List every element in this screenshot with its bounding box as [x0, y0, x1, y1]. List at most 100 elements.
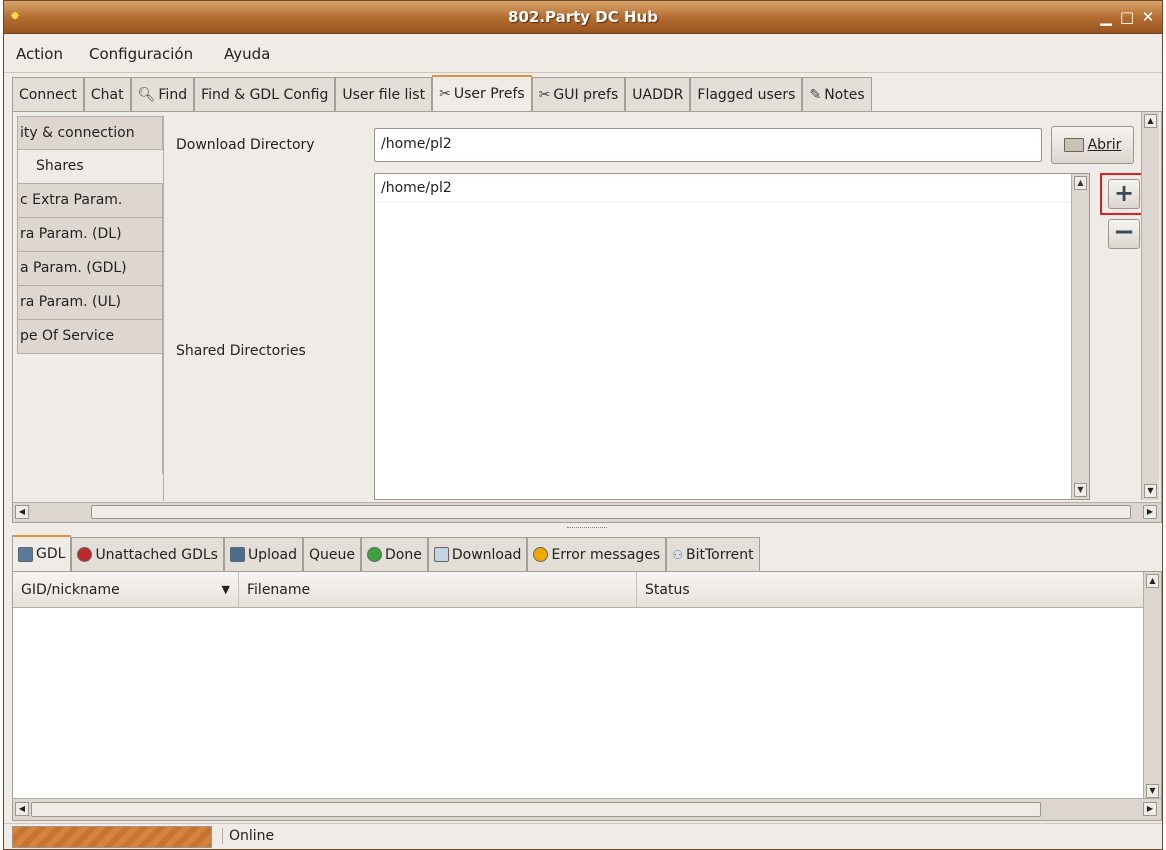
column-header-gid[interactable]: GID/nickname ▼ [13, 572, 239, 608]
tab-chat[interactable]: Chat [83, 77, 131, 111]
download-directory-input[interactable]: /home/pl2 [374, 128, 1042, 162]
prefs-horizontal-scrollbar[interactable]: ◀ ▶ [13, 502, 1161, 522]
chevron-down-icon[interactable]: ▼ [222, 572, 230, 608]
tab-notes[interactable]: ✎ Notes [802, 77, 872, 111]
tab-label: Find & GDL Config [201, 86, 329, 103]
tab-uaddr[interactable]: UADDR [625, 77, 691, 111]
menu-bar: Action Configuración Ayuda [4, 35, 1162, 73]
minimize-icon[interactable]: ▁ [1096, 7, 1116, 27]
column-header-filename[interactable]: Filename [239, 572, 637, 608]
tab-label: UADDR [632, 86, 684, 103]
scroll-up-icon[interactable]: ▲ [1146, 574, 1159, 588]
title-bar[interactable]: ✸ 802.Party DC Hub ▁ □ ✕ [4, 1, 1162, 34]
tab-download[interactable]: Download [427, 537, 528, 571]
tab-label: Error messages [551, 546, 661, 563]
tab-label: BitTorrent [686, 546, 754, 563]
menu-action[interactable]: Action [16, 45, 63, 63]
column-label: Filename [247, 582, 311, 598]
side-tab-extra-param-gdl[interactable]: a Param. (GDL) [17, 252, 163, 286]
green-circle-icon [367, 547, 382, 562]
red-circle-icon [77, 547, 93, 562]
tab-label: Download [451, 546, 522, 563]
tab-label: Flagged users [697, 86, 796, 103]
tab-connect[interactable]: Connect [12, 77, 84, 111]
tab-find-gdl-config[interactable]: Find & GDL Config [194, 77, 336, 111]
side-tab-extra-param-dl[interactable]: ra Param. (DL) [17, 218, 163, 252]
tab-label: Upload [247, 546, 297, 563]
tab-done[interactable]: Done [361, 537, 428, 571]
tab-label: Connect [19, 86, 77, 103]
scroll-thumb[interactable] [31, 802, 1041, 817]
scroll-right-icon[interactable]: ▶ [1143, 505, 1157, 519]
column-header-status[interactable]: Status [637, 572, 1143, 608]
tab-error-messages[interactable]: Error messages [527, 537, 667, 571]
status-bar: Online [4, 823, 1162, 849]
side-tab-shares[interactable]: Shares [17, 150, 163, 184]
tab-flagged-users[interactable]: Flagged users [690, 77, 803, 111]
warning-icon [533, 547, 549, 562]
transfers-pane: GID/nickname ▼ Filename Status ▲ ▼ ◀ ▶ [12, 571, 1162, 821]
tools-icon: ✂ [439, 86, 451, 102]
side-tab-type-of-service[interactable]: pe Of Service [17, 320, 163, 354]
tab-gdl[interactable]: GDL [12, 535, 72, 571]
pane-splitter[interactable] [12, 525, 1162, 533]
tab-label: Unattached GDLs [95, 546, 218, 563]
close-icon[interactable]: ✕ [1138, 7, 1158, 27]
scroll-up-icon[interactable]: ▲ [1144, 114, 1157, 128]
tab-find[interactable]: 🔍︎ Find [130, 77, 195, 111]
side-tab-extra-param-ul[interactable]: ra Param. (UL) [17, 286, 163, 320]
scroll-left-icon[interactable]: ◀ [15, 802, 29, 816]
menu-ayuda[interactable]: Ayuda [224, 45, 270, 63]
add-share-button[interactable]: + [1108, 179, 1140, 209]
tab-user-file-list[interactable]: User file list [335, 77, 433, 111]
scroll-thumb[interactable] [91, 505, 1131, 519]
maximize-icon[interactable]: □ [1117, 7, 1137, 27]
download-directory-label: Download Directory [176, 137, 315, 153]
scroll-down-icon[interactable]: ▼ [1146, 784, 1159, 798]
progress-bar [12, 826, 212, 848]
open-button[interactable]: Abrir [1051, 126, 1134, 164]
tab-label: User file list [342, 86, 426, 103]
tab-user-prefs[interactable]: ✂ User Prefs [432, 75, 532, 111]
open-button-label: Abrir [1087, 137, 1122, 153]
app-window: ✸ 802.Party DC Hub ▁ □ ✕ Action Configur… [3, 0, 1163, 850]
shares-content: Download Directory /home/pl2 Abrir Share… [163, 116, 1153, 501]
side-tab-extra-param[interactable]: c Extra Param. [17, 184, 163, 218]
tab-label: Done [385, 546, 422, 563]
prefs-vertical-scrollbar[interactable]: ▲ ▼ [1141, 112, 1159, 500]
tab-label: GDL [36, 546, 66, 562]
tab-bittorrent[interactable]: ⚇ BitTorrent [666, 537, 760, 571]
table-header: GID/nickname ▼ Filename Status [13, 572, 1143, 608]
shared-directories-label: Shared Directories [176, 343, 306, 359]
scroll-down-icon[interactable]: ▼ [1144, 484, 1157, 498]
menu-configuracion[interactable]: Configuración [89, 45, 193, 63]
side-tab-connection[interactable]: ity & connection [17, 116, 163, 150]
remove-share-button[interactable]: − [1108, 219, 1140, 249]
tools-icon: ✂ [538, 86, 551, 103]
tab-label: User Prefs [453, 86, 525, 102]
scroll-up-icon[interactable]: ▲ [1074, 176, 1087, 190]
progress-fill [13, 827, 211, 847]
folder-icon [1063, 138, 1084, 152]
column-label: Status [645, 582, 690, 598]
table-horizontal-scrollbar[interactable]: ◀ ▶ [13, 798, 1161, 820]
shared-list-scrollbar[interactable]: ▲ ▼ [1071, 174, 1089, 499]
notes-icon: ✎ [809, 86, 822, 103]
shared-directories-list[interactable]: /home/pl2 ▲ ▼ [374, 173, 1090, 500]
tab-unattached-gdls[interactable]: Unattached GDLs [71, 537, 224, 571]
list-item[interactable]: /home/pl2 [375, 174, 1089, 203]
scroll-left-icon[interactable]: ◀ [15, 505, 29, 519]
bittorrent-icon: ⚇ [672, 547, 683, 562]
splitter-grip[interactable] [567, 527, 607, 530]
tab-upload[interactable]: Upload [223, 537, 303, 571]
tab-gui-prefs[interactable]: ✂ GUI prefs [531, 77, 626, 111]
scroll-right-icon[interactable]: ▶ [1143, 802, 1157, 816]
tab-label: GUI prefs [553, 86, 619, 103]
column-label: GID/nickname [21, 582, 120, 598]
find-icon: 🔍︎ [137, 86, 156, 103]
gdl-icon [18, 546, 33, 562]
tab-queue[interactable]: Queue [303, 537, 361, 571]
table-vertical-scrollbar[interactable]: ▲ ▼ [1143, 572, 1161, 800]
scroll-down-icon[interactable]: ▼ [1074, 483, 1087, 497]
status-text: Online [222, 828, 274, 844]
